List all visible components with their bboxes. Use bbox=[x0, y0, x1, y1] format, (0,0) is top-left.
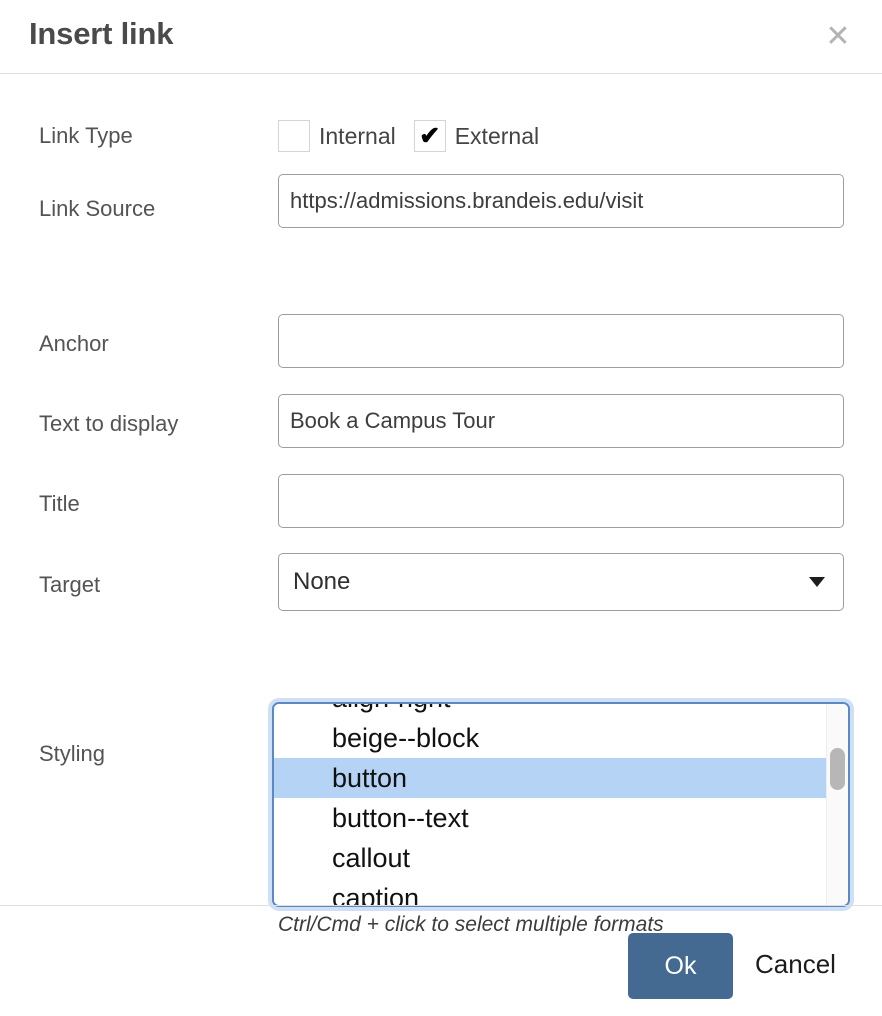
styling-listbox[interactable]: align-rightbeige--blockbuttonbutton--tex… bbox=[272, 702, 850, 907]
listbox-scrollbar-thumb[interactable] bbox=[830, 748, 845, 790]
title-label: Title bbox=[39, 491, 80, 516]
target-select[interactable]: None bbox=[278, 553, 844, 611]
anchor-input[interactable] bbox=[278, 314, 844, 368]
styling-list-item[interactable]: button bbox=[274, 758, 848, 798]
target-label: Target bbox=[39, 572, 101, 597]
text-to-display-input[interactable] bbox=[278, 394, 844, 448]
dialog-body: Link Type Internal ✔ External Link Sourc… bbox=[0, 74, 882, 936]
styling-list-item[interactable]: beige--block bbox=[274, 718, 848, 758]
dialog-header: Insert link ✕ bbox=[0, 0, 882, 74]
page-title: Insert link bbox=[29, 16, 174, 51]
link-type-label: Link Type bbox=[39, 123, 133, 148]
ok-button[interactable]: Ok bbox=[628, 933, 733, 999]
target-select-wrap: None bbox=[278, 553, 844, 611]
checkbox-internal[interactable] bbox=[278, 120, 310, 152]
dialog-footer: Ok Cancel bbox=[0, 905, 882, 1016]
cancel-button[interactable]: Cancel bbox=[755, 949, 836, 980]
styling-list-item[interactable]: align-right bbox=[274, 704, 848, 718]
checkbox-internal-label: Internal bbox=[319, 123, 396, 149]
anchor-label: Anchor bbox=[39, 331, 109, 356]
styling-label: Styling bbox=[39, 741, 106, 766]
insert-link-dialog: Insert link ✕ Link Type Internal ✔ Exter… bbox=[0, 0, 882, 1016]
chevron-down-icon bbox=[809, 577, 825, 587]
link-type-options: Internal ✔ External bbox=[278, 119, 557, 153]
link-source-input[interactable] bbox=[278, 174, 844, 228]
checkbox-external-label: External bbox=[454, 123, 540, 149]
styling-list-item[interactable]: button--text bbox=[274, 798, 848, 838]
title-input[interactable] bbox=[278, 474, 844, 528]
styling-list-item[interactable]: caption bbox=[274, 878, 848, 905]
link-source-label: Link Source bbox=[39, 196, 156, 221]
checkbox-external[interactable]: ✔ bbox=[413, 120, 446, 152]
target-select-value: None bbox=[293, 568, 351, 595]
styling-list-item[interactable]: callout bbox=[274, 838, 848, 878]
checkmark-icon: ✔ bbox=[419, 122, 441, 150]
styling-listbox-items: align-rightbeige--blockbuttonbutton--tex… bbox=[274, 704, 848, 905]
text-to-display-label: Text to display bbox=[39, 411, 179, 436]
close-icon[interactable]: ✕ bbox=[818, 17, 858, 57]
styling-listbox-scroll: align-rightbeige--blockbuttonbutton--tex… bbox=[274, 704, 848, 905]
listbox-scrollbar[interactable] bbox=[826, 704, 848, 905]
